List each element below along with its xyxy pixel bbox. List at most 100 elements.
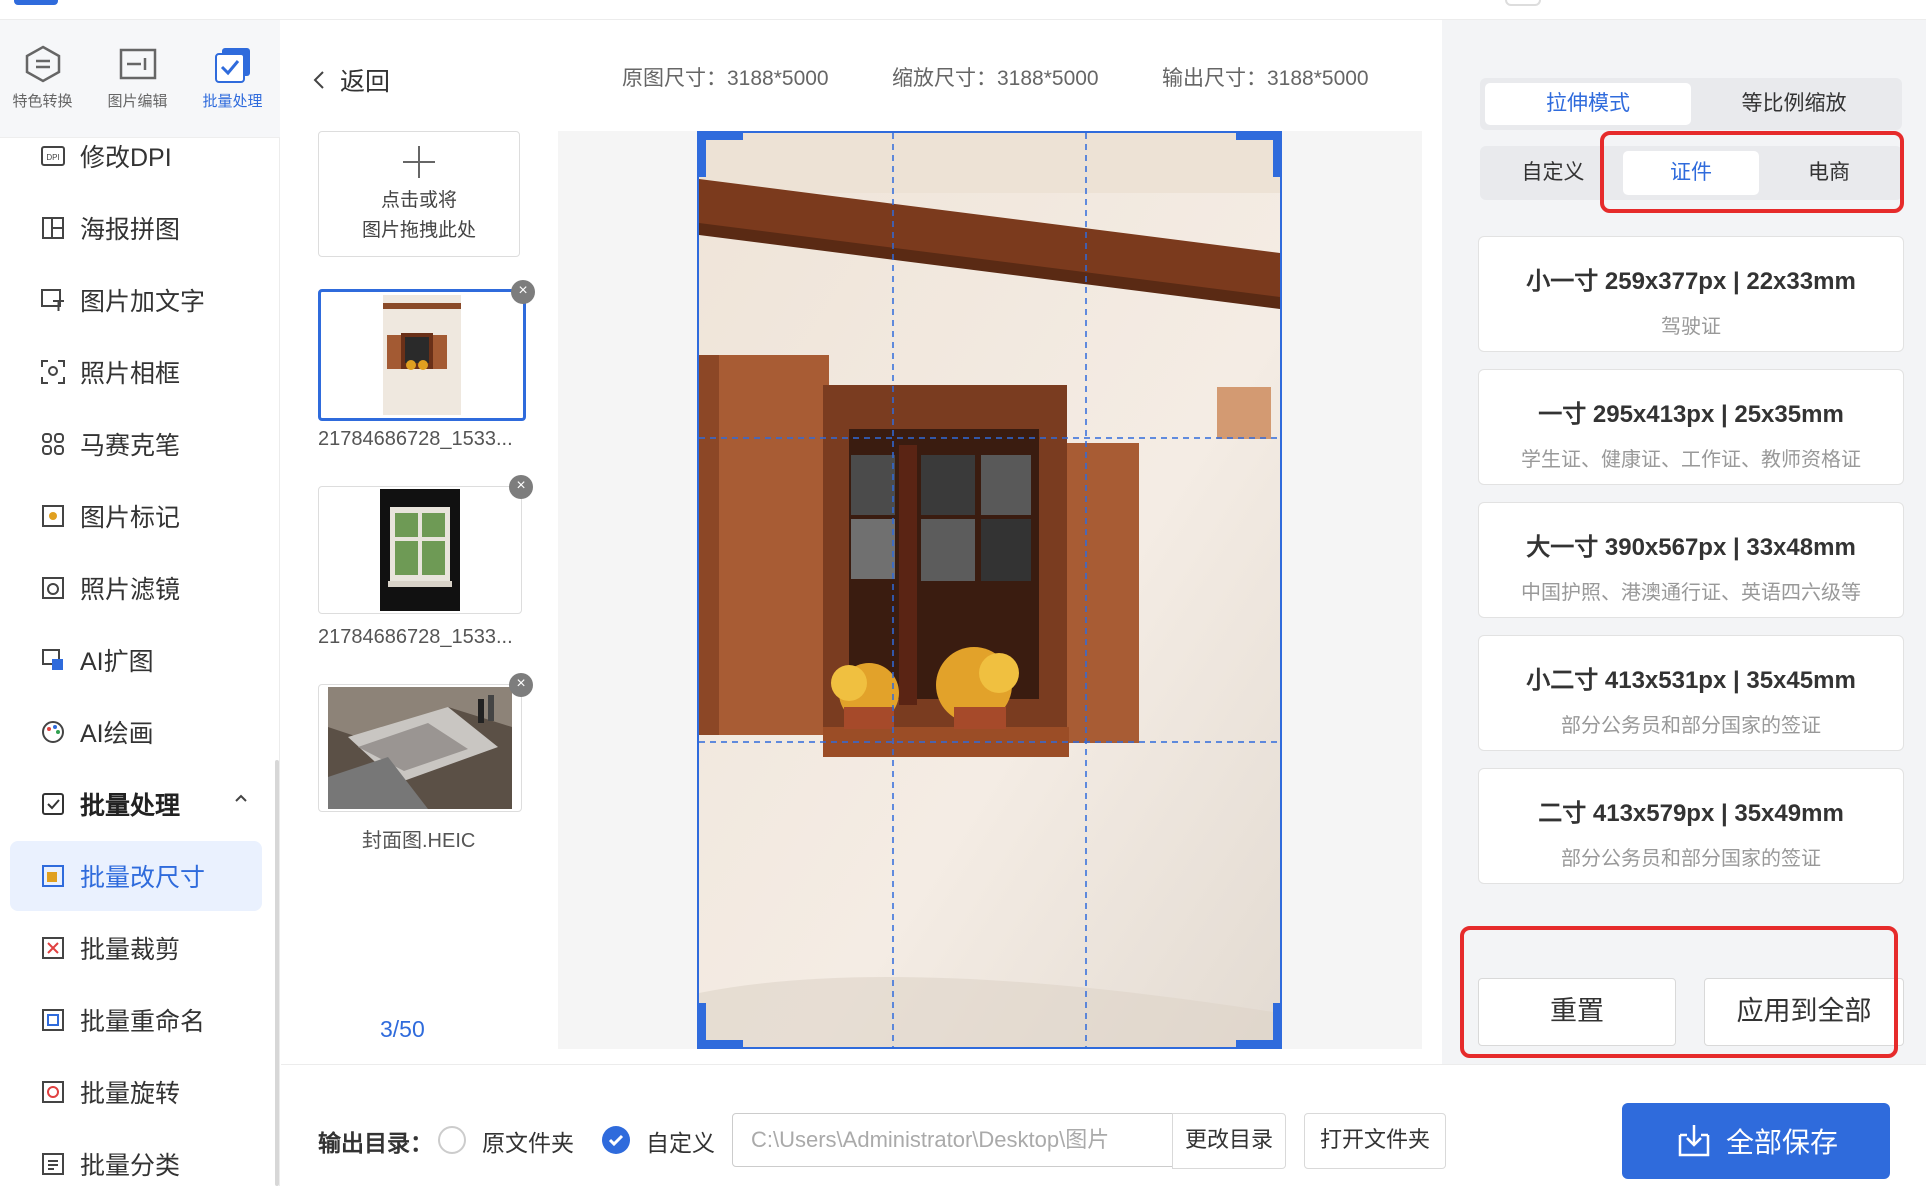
thumbnail-name: 封面图.HEIC <box>362 830 476 852</box>
dpi-icon: DPI <box>41 146 65 166</box>
size-option-desc: 学生证、健康证、工作证、教师资格证 <box>1521 449 1861 471</box>
sidebar-item-label: 海报拼图 <box>80 216 181 244</box>
sidebar-item-label: 照片滤镜 <box>80 576 181 604</box>
thumbnail-item[interactable]: × <box>318 280 535 421</box>
tab-label: 批量处理 <box>202 93 263 110</box>
thumbnail-image <box>328 687 512 809</box>
change-directory-button[interactable]: 更改目录 <box>1172 1113 1286 1169</box>
page-counter: 3/50 <box>380 1016 425 1042</box>
size-option[interactable]: 大一寸 390x567px | 33x48mm 中国护照、港澳通行证、英语四六级… <box>1478 502 1904 618</box>
sidebar-item-collage[interactable]: 海报拼图 <box>10 193 262 263</box>
size-option[interactable]: 小一寸 259x377px | 22x33mm 驾驶证 <box>1478 236 1904 352</box>
scaled-size: 缩放尺寸：3188*5000 <box>892 67 1099 90</box>
thumbnail-image <box>383 295 461 415</box>
sidebar-group-batch[interactable]: 批量处理 <box>10 769 262 839</box>
sidebar-item-frame[interactable]: 照片相框 <box>10 337 262 407</box>
user-avatar[interactable] <box>1505 0 1541 6</box>
size-option-title: 小二寸 413x531px | 35x45mm <box>1526 667 1856 694</box>
tab-feature-convert[interactable]: 特色转换 <box>0 44 90 111</box>
size-option-desc: 部分公务员和部分国家的签证 <box>1561 715 1821 737</box>
chevron-up-icon[interactable] <box>234 791 248 805</box>
sidebar-item-batch-resize[interactable]: 批量改尺寸 <box>10 841 262 911</box>
sidebar-scrollbar[interactable] <box>275 760 279 1186</box>
sidebar-item-marker[interactable]: 图片标记 <box>10 481 262 551</box>
radio-original-folder[interactable] <box>438 1126 466 1154</box>
output-directory-label: 输出目录： <box>318 1130 433 1156</box>
rotate-icon <box>42 1081 64 1103</box>
image-edit-icon <box>119 48 156 80</box>
batch-group-icon <box>42 793 64 815</box>
output-size: 输出尺寸：3188*5000 <box>1162 67 1369 90</box>
upload-text-1: 点击或将 <box>380 190 457 211</box>
original-size: 原图尺寸：3188*5000 <box>622 67 829 90</box>
remove-icon[interactable]: × <box>511 280 535 304</box>
sidebar-item-add-text[interactable]: 图片加文字 <box>10 265 262 335</box>
tab-proportional-scale[interactable]: 等比例缩放 <box>1691 83 1897 125</box>
save-all-label: 全部保存 <box>1725 1127 1838 1158</box>
sidebar-item-label: 照片相框 <box>80 360 181 388</box>
tab-label: 特色转换 <box>12 93 73 110</box>
size-option-title: 大一寸 390x567px | 33x48mm <box>1526 534 1856 561</box>
transform-icon <box>25 45 60 83</box>
window-photo <box>699 133 1280 1047</box>
svg-text:DPI: DPI <box>46 153 59 162</box>
sidebar-item-label: 批量重命名 <box>80 1008 206 1036</box>
sidebar-item-batch-crop[interactable]: 批量裁剪 <box>10 913 262 983</box>
filter-icon <box>42 577 64 599</box>
tab-image-edit[interactable]: 图片编辑 <box>90 44 185 111</box>
radio-custom[interactable] <box>602 1126 630 1154</box>
sidebar-item-batch-rotate[interactable]: 批量旋转 <box>10 1057 262 1127</box>
sidebar-item-ai-paint[interactable]: AI绘画 <box>10 697 262 767</box>
thumbnail-item[interactable]: × <box>318 475 533 614</box>
download-icon <box>1678 1125 1710 1157</box>
preview-image[interactable] <box>697 131 1282 1049</box>
sidebar-item-label: 批量改尺寸 <box>80 864 206 892</box>
size-option-title: 二寸 413x579px | 35x49mm <box>1538 800 1844 827</box>
upload-area[interactable]: 点击或将 图片拖拽此处 <box>318 131 520 257</box>
sidebar-item-label: 马赛克笔 <box>80 432 181 460</box>
tab-stretch-mode[interactable]: 拉伸模式 <box>1485 83 1691 125</box>
sidebar-item-label: 修改DPI <box>80 144 172 172</box>
tab-batch[interactable]: 批量处理 <box>185 44 280 111</box>
upload-text-2: 图片拖拽此处 <box>361 220 476 241</box>
size-option-desc: 中国护照、港澳通行证、英语四六级等 <box>1521 582 1861 604</box>
output-path-field[interactable]: C:\Users\Administrator\Desktop\图片 <box>732 1113 1174 1167</box>
frame-icon <box>41 360 65 384</box>
sidebar-item-mosaic[interactable]: 马赛克笔 <box>10 409 262 479</box>
marker-icon <box>42 505 64 527</box>
sidebar-item-filter[interactable]: 照片滤镜 <box>10 553 262 623</box>
size-option-desc: 驾驶证 <box>1661 316 1721 338</box>
tab-label: 图片编辑 <box>107 93 168 110</box>
sidebar-item-label: AI绘画 <box>80 720 154 748</box>
crop-icon <box>42 937 64 959</box>
back-button[interactable]: 返回 <box>312 60 390 100</box>
sidebar-item-label: 图片加文字 <box>80 288 206 316</box>
sidebar-item-batch-rename[interactable]: 批量重命名 <box>10 985 262 1055</box>
collage-icon <box>42 217 64 239</box>
sidebar-item-batch-classify[interactable]: 批量分类 <box>10 1129 262 1199</box>
sidebar-item-dpi[interactable]: DPI 修改DPI <box>10 121 262 191</box>
size-option-title: 小一寸 259x377px | 22x33mm <box>1526 268 1856 295</box>
save-all-button[interactable]: 全部保存 <box>1622 1103 1890 1179</box>
open-folder-button[interactable]: 打开文件夹 <box>1304 1113 1446 1169</box>
top-bar <box>0 0 1926 20</box>
thumbnail-item[interactable]: × <box>318 673 533 812</box>
remove-icon[interactable]: × <box>509 475 533 499</box>
thumbnail-image <box>380 489 460 611</box>
size-option[interactable]: 小二寸 413x531px | 35x45mm 部分公务员和部分国家的签证 <box>1478 635 1904 751</box>
size-option-desc: 部分公务员和部分国家的签证 <box>1561 848 1821 870</box>
remove-icon[interactable]: × <box>509 673 533 697</box>
classify-icon <box>42 1153 64 1175</box>
radio-custom-label[interactable]: 自定义 <box>646 1124 715 1158</box>
highlight-box <box>1460 926 1898 1058</box>
chevron-left-icon <box>313 71 324 89</box>
sidebar-item-ai-expand[interactable]: AI扩图 <box>10 625 262 695</box>
size-option[interactable]: 一寸 295x413px | 25x35mm 学生证、健康证、工作证、教师资格证 <box>1478 369 1904 485</box>
rename-icon <box>42 1009 64 1031</box>
size-option-title: 一寸 295x413px | 25x35mm <box>1538 401 1844 428</box>
radio-original-label[interactable]: 原文件夹 <box>482 1124 574 1158</box>
ai-expand-icon <box>42 649 63 670</box>
ai-paint-icon <box>42 721 64 743</box>
size-option[interactable]: 二寸 413x579px | 35x49mm 部分公务员和部分国家的签证 <box>1478 768 1904 884</box>
sidebar-item-label: 图片标记 <box>80 504 181 532</box>
